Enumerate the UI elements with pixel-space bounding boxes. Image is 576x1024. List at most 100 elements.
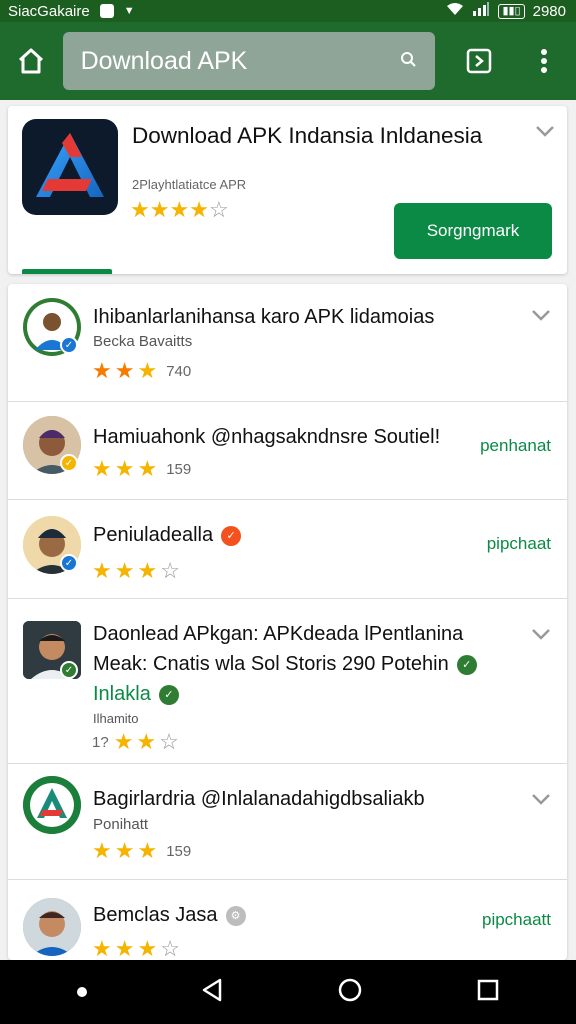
expand-button[interactable] [531,308,551,326]
verified-icon: ✓ [456,654,477,675]
chevron-down-icon [532,629,550,640]
list-item-title: Ihibanlarlanihansa karo APK lidamoias [93,306,435,328]
recents-button[interactable] [477,979,499,1006]
list-item-line2-text: Meak: Cnatis wla Sol Storis 290 Potehin [93,653,449,675]
dot-button[interactable] [77,987,87,997]
list-item-subtitle: Becka Bavaitts [93,333,193,350]
open-external-button[interactable] [447,22,512,100]
list-item-rating: ★ ★ ★ ☆ [92,560,180,582]
list-item-rating: ★ ★ ★ 159 [92,840,191,862]
gear-badge-icon: ⚙ [225,905,246,926]
dropdown-icon: ▼ [123,5,135,17]
avatar [23,898,81,956]
verified-badge-icon: ✓ [60,454,78,472]
install-button[interactable]: Sorgngmark [394,203,552,259]
search-input[interactable]: Download APK [62,32,435,90]
star-icon: ★ [114,558,135,583]
action-link[interactable]: pipchaat [487,534,551,554]
star-icon: ★ [149,197,170,222]
chevron-down-icon [536,126,554,137]
list-item[interactable]: ✓ Daonlead APkgan: APKdeada lPentlanina … [8,599,567,764]
home-nav-button[interactable] [337,977,363,1008]
signal-icon [472,2,490,20]
app-bar: Download APK [0,22,576,100]
star-icon: ★ [92,558,112,583]
list-item-rating: ★ ★ ★ 159 [92,458,191,480]
expand-button[interactable] [531,627,551,645]
status-time: 2980 [532,2,566,20]
star-icon: ★ [136,729,157,754]
star-icon: ★ [114,358,135,383]
thumbs-up-icon: ☆ [159,729,179,754]
list-item-line2: Meak: Cnatis wla Sol Storis 290 Potehin ✓ [93,653,477,676]
star-icon: ★ [189,197,209,222]
list-item-title: Bagirlardria @Inlalanadahigdbsaliakb [93,788,425,810]
tab-indicator [22,269,112,274]
star-icon: ★ [113,729,134,754]
chevron-down-icon [532,310,550,321]
list-item-title-text: Bemclas Jasa [93,904,218,926]
home-icon [19,48,44,74]
expand-button[interactable] [531,792,551,810]
star-icon: ★ [137,936,158,960]
list-item-title-text: Peniuladealla [93,524,214,546]
notification-icon [99,4,114,18]
home-button[interactable] [0,22,63,100]
list-item-title: Peniuladealla ✓ [93,524,242,547]
more-vert-icon [540,49,547,73]
chevron-down-icon [532,794,550,805]
list-item[interactable]: ✓ Hamiuahonk @nhagsakndnsre Soutiel! ★ ★ ★… [8,402,567,500]
results-list: ✓ Ihibanlarlanihansa karo APK lidamoias … [8,284,567,960]
star-icon: ★ [92,838,112,863]
featured-app-subtitle: 2Playhtlatiatce APR [132,177,247,192]
wifi-icon [446,2,464,20]
rating-count: 159 [166,842,192,860]
rating-count: 159 [166,460,192,478]
search-icon[interactable] [399,50,417,73]
status-bar: SiacGakaire ▼ ▮▮▯ 2980 [0,0,576,22]
star-icon: ★ [137,456,158,481]
star-icon: ★ [137,358,158,383]
verified-badge-icon: ✓ [60,554,78,572]
list-item-subtitle: Ilhamito [93,711,139,726]
back-icon [202,978,222,1001]
list-item-title: Bemclas Jasa ⚙ [93,904,246,927]
verified-badge-icon: ✓ [60,336,78,354]
more-options-button[interactable] [511,22,576,100]
star-icon: ★ [92,936,112,960]
list-item[interactable]: Bagirlardria @Inlalanadahigdbsaliakb Pon… [8,764,567,880]
list-item[interactable]: ✓ Ihibanlarlanihansa karo APK lidamoias … [8,284,567,402]
thumbs-up-icon: ☆ [160,936,180,960]
star-icon: ★ [114,936,135,960]
action-link[interactable]: penhanat [480,436,551,456]
star-icon: ★ [137,558,158,583]
star-icon: ★ [114,838,135,863]
list-item-title: Daonlead APkgan: APKdeada lPentlanina [93,623,464,645]
list-item-line3: Inlakla ✓ [93,683,179,706]
thumbs-up-icon: ☆ [208,197,229,222]
action-link[interactable]: pipchaatt [482,910,551,930]
star-icon: ★ [169,197,190,222]
list-item-rating: ★ ★ ★ 740 [92,360,191,382]
gear-badge-icon: ✓ [221,525,242,546]
recents-icon [477,979,499,1000]
list-item[interactable]: ✓ Peniuladealla ✓ ★ ★ ★ ☆ pipchaat [8,500,567,599]
list-item-rating: ★ ★ ★ ☆ [92,938,180,960]
apk-logo-icon [22,119,118,215]
search-text: Download APK [80,46,248,75]
avatar-apk-logo [23,776,81,834]
list-item[interactable]: Bemclas Jasa ⚙ ★ ★ ★ ☆ pipchaatt [8,880,567,960]
list-item-subtitle: Ponihatt [93,816,149,833]
back-button[interactable] [201,978,223,1007]
expand-button[interactable] [535,124,555,142]
rating-count: 1? [92,733,109,751]
featured-app-card[interactable]: Download APK Indansia Inldanesia 2Playht… [8,106,567,274]
verified-badge-icon: ✓ [60,661,78,679]
featured-app-rating: ★★★★☆ [130,199,229,222]
star-icon: ★ [130,197,150,222]
battery-icon: ▮▮▯ [498,3,525,19]
list-item-line3-text: Inlakla [93,683,151,705]
rating-count: 740 [166,362,192,380]
open-external-icon [466,48,492,74]
status-carrier: SiacGakaire [8,2,90,20]
